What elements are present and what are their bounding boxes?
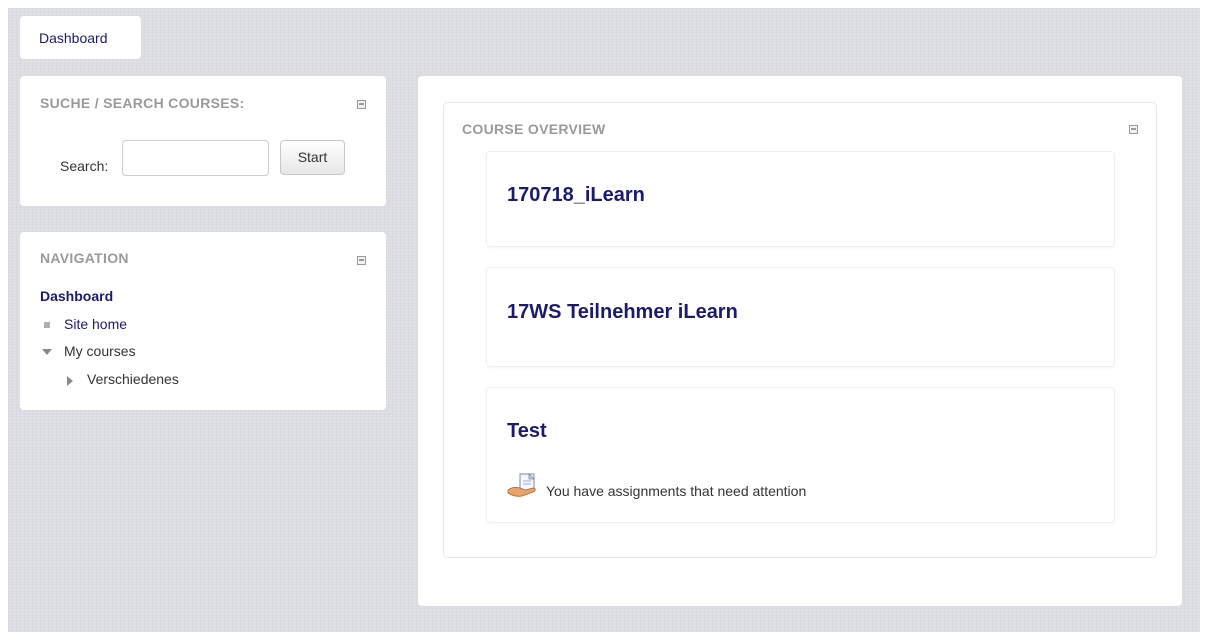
collapsed-triangle-icon[interactable] <box>67 376 73 386</box>
search-courses-block: SUCHE / SEARCH COURSES: Search: Start <box>20 76 386 206</box>
square-bullet-icon <box>44 322 50 328</box>
course-card: 17WS Teilnehmer iLearn <box>486 267 1115 367</box>
window-frame-right <box>1200 0 1208 632</box>
search-input[interactable] <box>122 140 269 176</box>
nav-item-site-home[interactable]: Site home <box>64 316 127 332</box>
collapse-icon[interactable] <box>357 100 366 109</box>
nav-item-my-courses[interactable]: My courses <box>64 343 136 359</box>
collapse-icon[interactable] <box>1129 125 1138 134</box>
course-link[interactable]: Test <box>507 420 547 443</box>
expanded-triangle-icon[interactable] <box>42 349 52 355</box>
search-block-title: SUCHE / SEARCH COURSES: <box>40 95 245 111</box>
assignment-notice[interactable]: You have assignments that need attention <box>546 483 806 499</box>
window-frame-top <box>0 0 1208 8</box>
breadcrumb: Dashboard <box>20 16 141 59</box>
course-overview-block: COURSE OVERVIEW 170718_iLearn 17WS Teiln… <box>443 102 1157 558</box>
nav-item-dashboard[interactable]: Dashboard <box>40 288 113 304</box>
search-label: Search: <box>60 158 109 174</box>
window-frame-left <box>0 0 8 632</box>
nav-item-verschiedenes[interactable]: Verschiedenes <box>87 371 179 387</box>
collapse-icon[interactable] <box>357 256 366 265</box>
course-card: 170718_iLearn <box>486 151 1115 247</box>
navigation-block-title: NAVIGATION <box>40 250 129 266</box>
navigation-block: NAVIGATION Dashboard Site home My course… <box>20 232 386 410</box>
breadcrumb-dashboard-link[interactable]: Dashboard <box>39 30 108 46</box>
course-card: Test You have assignments that need atte… <box>486 387 1115 523</box>
assignment-icon <box>507 473 536 497</box>
course-overview-title: COURSE OVERVIEW <box>462 121 606 137</box>
main-content-region: COURSE OVERVIEW 170718_iLearn 17WS Teiln… <box>418 76 1182 606</box>
course-link[interactable]: 170718_iLearn <box>507 184 645 207</box>
start-search-button[interactable]: Start <box>280 140 345 175</box>
course-link[interactable]: 17WS Teilnehmer iLearn <box>507 301 738 324</box>
